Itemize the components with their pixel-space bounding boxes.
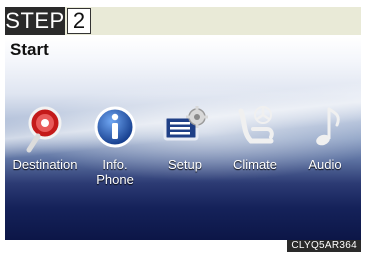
music-note-icon [316,107,340,146]
setup-button[interactable]: Setup [150,103,220,172]
climate-label: Climate [232,157,278,172]
info-phone-label: Info. Phone [96,157,134,187]
step-number: 2 [67,8,91,34]
screen-title: Start [10,40,49,59]
climate-button[interactable]: Climate [220,103,290,172]
destination-button[interactable]: Destination [10,103,80,172]
audio-label: Audio [308,157,342,172]
setup-label: Setup [168,157,202,172]
destination-label: Destination [12,157,78,172]
start-screen: Start Destination Info. Phone Setup Clim… [5,37,361,240]
step-label: STEP [5,7,65,35]
setup-gear-icon [163,106,208,141]
info-icon [94,106,136,148]
step-header: STEP 2 [5,7,361,35]
destination-pin-icon [26,106,62,153]
climate-seat-fan-icon [238,106,274,144]
info-phone-button[interactable]: Info. Phone [80,103,150,187]
audio-button[interactable]: Audio [290,103,360,172]
figure-code: CLYQ5AR364 [287,240,361,252]
